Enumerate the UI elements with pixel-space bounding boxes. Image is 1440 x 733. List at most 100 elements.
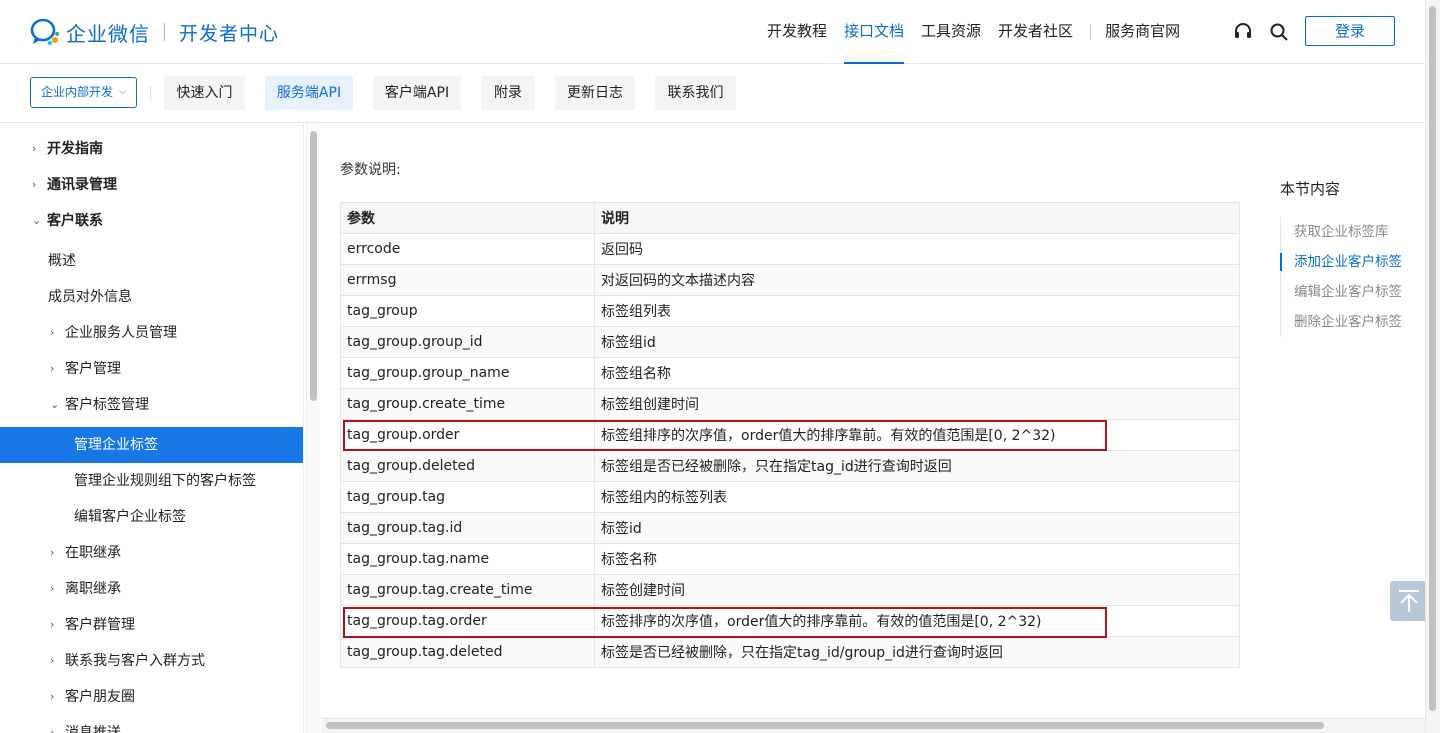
param-desc-cell: 标签组名称 (594, 357, 1240, 389)
chevron-right-icon: › (50, 362, 55, 375)
sidebar-item-label: 管理企业标签 (74, 437, 158, 453)
param-desc-cell: 标签组内的标签列表 (594, 481, 1240, 513)
top-header: 企业微信 开发者中心 开发教程 接口文档 工具资源 开发者社区 服务商官网 登录 (0, 0, 1440, 64)
sidebar-item[interactable]: › 开发指南 (0, 131, 303, 167)
table-row: errmsg 对返回码的文本描述内容 (340, 264, 1240, 296)
sidebar-item[interactable]: 编辑客户企业标签 (0, 499, 303, 535)
sidebar-item-label: 客户朋友圈 (65, 689, 135, 705)
tab-contact[interactable]: 联系我们 (655, 76, 736, 110)
sidebar-item[interactable]: › 企业服务人员管理 (0, 315, 303, 351)
sidebar-scroll-thumb[interactable] (310, 131, 317, 401)
toc-item[interactable]: 添加企业客户标签 (1280, 247, 1420, 277)
sidebar-item-label: 客户标签管理 (65, 397, 149, 413)
horizontal-scroll-thumb[interactable] (326, 722, 1324, 729)
sidebar-item[interactable]: 概述 (0, 243, 303, 279)
header-param: 参数 (340, 202, 595, 234)
sidebar-item[interactable]: 成员对外信息 (0, 279, 303, 315)
table-row: tag_group.order 标签组排序的次序值，order值大的排序靠前。有效… (340, 419, 1240, 451)
scope-dropdown-label: 企业内部开发 (41, 85, 114, 99)
chevron-right-icon: › (32, 178, 37, 191)
sidebar-item[interactable]: › 消息推送 (0, 715, 303, 733)
sidebar-item[interactable]: › 客户管理 (0, 351, 303, 387)
sidebar-item[interactable]: 管理企业规则组下的客户标签 (0, 463, 303, 499)
sidebar-item[interactable]: › 离职继承 (0, 571, 303, 607)
table-header-row: 参数 说明 (340, 202, 1240, 234)
param-name-cell: errmsg (340, 264, 595, 296)
sidebar-item-label: 企业服务人员管理 (65, 325, 177, 341)
chevron-right-icon: › (50, 326, 55, 339)
param-name-cell: tag_group.group_id (340, 326, 595, 358)
table-row: tag_group 标签组列表 (340, 295, 1240, 327)
param-desc-cell: 标签组排序的次序值，order值大的排序靠前。有效的值范围是[0, 2^32) (594, 419, 1240, 451)
sidebar-item[interactable]: › 客户群管理 (0, 607, 303, 643)
param-name-cell: tag_group.group_name (340, 357, 595, 389)
subnav-divider (150, 86, 151, 100)
chevron-right-icon: › (32, 142, 37, 155)
sidebar-item-label: 联系我与客户入群方式 (65, 653, 205, 669)
tab-appendix[interactable]: 附录 (481, 76, 535, 110)
param-name-cell: tag_group.tag.deleted (340, 636, 595, 668)
param-name-cell: tag_group.create_time (340, 388, 595, 420)
chevron-right-icon: › (50, 618, 55, 631)
search-icon[interactable] (1269, 22, 1289, 42)
table-row: tag_group.group_name 标签组名称 (340, 357, 1240, 389)
chevron-right-icon: › (50, 654, 55, 667)
param-name-cell: tag_group.order (340, 419, 595, 451)
tab-quickstart[interactable]: 快速入门 (164, 76, 245, 110)
param-name-cell: tag_group.tag (340, 481, 595, 513)
sidebar-item[interactable]: › 客户朋友圈 (0, 679, 303, 715)
sidebar-item-label: 通讯录管理 (47, 177, 117, 193)
param-desc-cell: 标签名称 (594, 543, 1240, 575)
sidebar-item[interactable]: 管理企业标签 (0, 427, 303, 463)
logo[interactable]: 企业微信 开发者中心 (30, 16, 279, 48)
tab-server-api[interactable]: 服务端API (265, 76, 353, 110)
sidebar-item-label: 成员对外信息 (48, 289, 132, 305)
brand-subtitle: 开发者中心 (179, 22, 280, 45)
tab-changelog[interactable]: 更新日志 (555, 76, 635, 110)
nav-divider (1090, 24, 1092, 40)
table-row: tag_group.deleted 标签组是否已经被删除，只在指定tag_id进行… (340, 450, 1240, 482)
toc-item[interactable]: 获取企业标签库 (1281, 217, 1420, 247)
scope-dropdown[interactable]: 企业内部开发 ⌵ (30, 77, 137, 108)
page-vertical-scroll-thumb[interactable] (1429, 6, 1436, 711)
sidebar-item-label: 客户联系 (47, 213, 103, 229)
sidebar-item[interactable]: ⌄ 客户联系 (0, 203, 303, 239)
param-desc-cell: 标签是否已经被删除，只在指定tag_id/group_id进行查询时返回 (594, 636, 1240, 668)
sidebar-item[interactable]: › 通讯录管理 (0, 167, 303, 203)
chevron-down-icon: ⌄ (32, 214, 42, 227)
table-row: tag_group.tag.order 标签排序的次序值，order值大的排序靠前… (340, 605, 1240, 637)
sidebar-item-label: 客户管理 (65, 361, 121, 377)
param-desc-cell: 标签组创建时间 (594, 388, 1240, 420)
toc-item[interactable]: 编辑企业客户标签 (1281, 277, 1420, 307)
sidebar-item-label: 在职继承 (65, 545, 121, 561)
chevron-right-icon: › (50, 726, 55, 733)
login-button[interactable]: 登录 (1305, 16, 1395, 46)
nav-api-docs[interactable]: 接口文档 (844, 0, 905, 64)
nav-tools[interactable]: 工具资源 (921, 0, 981, 64)
sidebar-item[interactable]: ⌄ 客户标签管理 (0, 387, 303, 423)
param-name-cell: tag_group.tag.id (340, 512, 595, 544)
table-row: tag_group.tag.deleted 标签是否已经被删除，只在指定tag_i… (340, 636, 1240, 668)
header-desc: 说明 (594, 202, 1240, 234)
table-row: tag_group.tag.name 标签名称 (340, 543, 1240, 575)
params-table: 参数 说明 errcode 返回码 errmsg 对返回码的文本描述内容 tag_gro… (340, 202, 1240, 668)
sidebar-item[interactable]: › 联系我与客户入群方式 (0, 643, 303, 679)
toc-item[interactable]: 删除企业客户标签 (1281, 307, 1420, 337)
sidebar-item[interactable]: › 在职继承 (0, 535, 303, 571)
param-name-cell: tag_group.tag.create_time (340, 574, 595, 606)
headset-icon[interactable] (1233, 22, 1253, 42)
sidebar-item-label: 消息推送 (65, 725, 121, 733)
nav-community[interactable]: 开发者社区 (998, 0, 1073, 64)
section-toc: 本节内容 获取企业标签库 添加企业客户标签 编辑企业客户标签 删除企业客户标签 (1280, 178, 1420, 337)
tab-client-api[interactable]: 客户端API (373, 76, 461, 110)
param-desc-cell: 标签组列表 (594, 295, 1240, 327)
sidebar-nav: › 开发指南 › 通讯录管理 ⌄ 客户联系 概述 成员对外信息 › 企业服务人员管理 › 客户管理 ⌄ 客… (0, 123, 304, 733)
nav-dev-tutorial[interactable]: 开发教程 (767, 0, 827, 64)
wecom-logo-icon (30, 18, 59, 46)
param-desc-cell: 标签创建时间 (594, 574, 1240, 606)
toc-title: 本节内容 (1280, 180, 1341, 198)
back-to-top-button[interactable] (1390, 581, 1428, 621)
nav-provider-site[interactable]: 服务商官网 (1105, 0, 1180, 64)
table-row: errcode 返回码 (340, 233, 1240, 265)
table-row: tag_group.tag 标签组内的标签列表 (340, 481, 1240, 513)
